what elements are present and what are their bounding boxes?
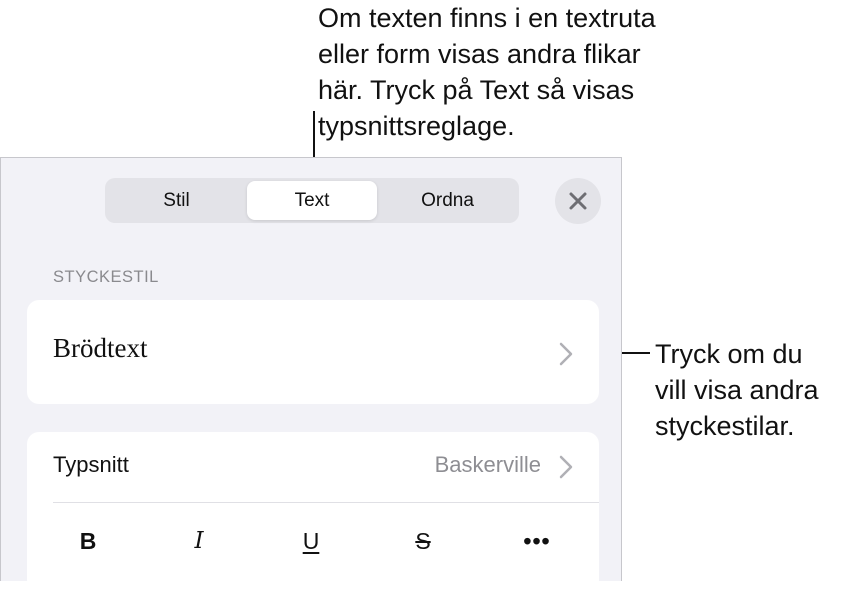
italic-button[interactable]: I	[159, 516, 239, 566]
callout-tabs-annotation: Om texten finns i en textruta eller form…	[318, 3, 656, 141]
paragraph-style-row[interactable]: Brödtext	[27, 300, 599, 404]
tab-text[interactable]: Text	[247, 181, 377, 220]
paragraph-style-value: Brödtext	[53, 333, 148, 363]
row-divider	[53, 502, 599, 503]
callout-style-annotation: Tryck om du vill visa andra styckestilar…	[655, 339, 819, 441]
chevron-right-icon	[559, 342, 573, 366]
more-options-button[interactable]: •••	[497, 516, 577, 566]
tab-stil[interactable]: Stil	[109, 181, 244, 220]
underline-button[interactable]: U	[271, 516, 351, 566]
bold-button[interactable]: B	[48, 516, 128, 566]
format-panel: Stil Text Ordna STYCKESTIL Brödtext Typs…	[0, 157, 622, 592]
close-icon	[569, 192, 587, 210]
tab-ordna[interactable]: Ordna	[380, 181, 515, 220]
close-button[interactable]	[555, 178, 601, 224]
section-label-paragraph-style: STYCKESTIL	[53, 268, 159, 286]
font-row-label[interactable]: Typsnitt	[53, 452, 129, 478]
tab-segmented-control: Stil Text Ordna	[105, 178, 519, 223]
font-card: Typsnitt Baskerville B I U S •••	[27, 432, 599, 592]
chevron-right-icon	[559, 455, 573, 479]
font-row-value[interactable]: Baskerville	[435, 452, 541, 478]
strikethrough-button[interactable]: S	[383, 516, 463, 566]
